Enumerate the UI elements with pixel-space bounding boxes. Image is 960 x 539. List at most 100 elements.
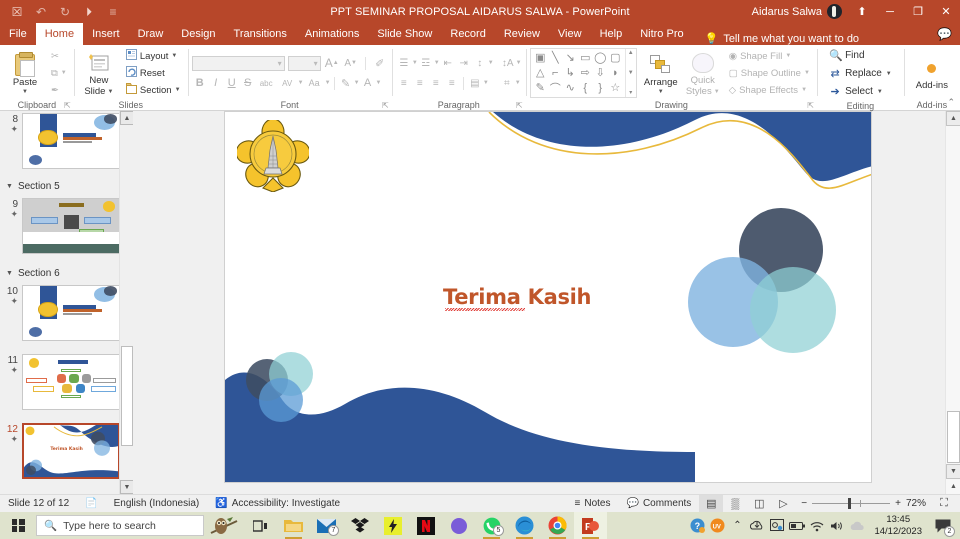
paragraph-dialog-launcher[interactable]: ⇱ bbox=[516, 101, 523, 110]
start-presentation-icon[interactable]: ⏵ bbox=[78, 2, 100, 22]
undo-icon[interactable]: ↶ bbox=[30, 2, 52, 22]
netflix-icon[interactable] bbox=[409, 512, 442, 539]
tab-record[interactable]: Record bbox=[441, 23, 494, 45]
shape-elbow-connector-icon[interactable]: ⌐ bbox=[548, 65, 563, 80]
zoom-slider[interactable]: − + 72% bbox=[795, 498, 932, 509]
underline-button[interactable]: U bbox=[224, 75, 240, 91]
shape-right-arrow-icon[interactable]: ⇨ bbox=[578, 65, 593, 80]
customize-qat-icon[interactable]: ≡ bbox=[102, 2, 124, 22]
thumbnail-slide-10[interactable] bbox=[22, 285, 120, 341]
strikethrough-button[interactable]: S bbox=[240, 75, 256, 91]
shape-curve-icon[interactable]: ∿ bbox=[563, 80, 578, 95]
shape-left-brace-icon[interactable]: { bbox=[578, 80, 593, 95]
tab-insert[interactable]: Insert bbox=[83, 23, 129, 45]
shape-down-arrow-icon[interactable]: ⇩ bbox=[593, 65, 608, 80]
shape-effects-button[interactable]: ◇ Shape Effects ▼ bbox=[726, 82, 813, 98]
shape-rectangle-icon[interactable]: ▭ bbox=[578, 50, 593, 65]
thumbnail-slide-11[interactable] bbox=[22, 354, 120, 410]
character-spacing-button[interactable]: AV bbox=[277, 75, 298, 91]
text-shadow-button[interactable]: abc bbox=[256, 75, 277, 91]
taskbar-clock[interactable]: 13:45 14/12/2023 bbox=[868, 514, 928, 537]
shape-textbox-icon[interactable]: ▣ bbox=[533, 50, 548, 65]
ribbon-display-options-icon[interactable]: ⬆ bbox=[848, 0, 876, 23]
powerpoint-icon[interactable]: P bbox=[574, 512, 607, 539]
restore-button[interactable]: ❐ bbox=[904, 0, 932, 23]
redo-icon[interactable]: ↻ bbox=[54, 2, 76, 22]
replace-button[interactable]: ⇄ Replace ▼ bbox=[829, 65, 891, 82]
font-size-input[interactable]: ▾ bbox=[287, 55, 321, 71]
shape-right-brace-icon[interactable]: } bbox=[593, 80, 608, 95]
shape-elbow-arrow-icon[interactable]: ↳ bbox=[563, 65, 578, 80]
shape-arrow-icon[interactable]: ↘ bbox=[563, 50, 578, 65]
comments-icon[interactable]: 💬 bbox=[937, 27, 952, 41]
zoom-level[interactable]: 72% bbox=[906, 498, 926, 509]
font-name-input[interactable]: ▾ bbox=[191, 55, 285, 71]
shape-star-icon[interactable]: ☆ bbox=[608, 80, 623, 95]
bullets-icon[interactable]: ☰ bbox=[396, 55, 412, 71]
decrease-indent-icon[interactable]: ⇤ bbox=[440, 55, 456, 71]
notes-button[interactable]: ≡ Notes bbox=[567, 495, 619, 513]
text-highlight-color-icon[interactable]: ✎ bbox=[338, 75, 354, 91]
new-slide-button[interactable]: New Slide ▼ bbox=[78, 49, 120, 98]
slide-scrollbar[interactable]: ▲ ▼ ▲ bbox=[945, 111, 960, 494]
bold-button[interactable]: B bbox=[192, 75, 208, 91]
normal-view-button[interactable]: ▤ bbox=[699, 495, 724, 512]
reading-view-button[interactable]: ◫ bbox=[747, 495, 771, 512]
tab-review[interactable]: Review bbox=[495, 23, 549, 45]
slide-thumbnail-pane[interactable]: 8 ✦ ▼ Section 5 9 ✦ ▼ Section 6 10 ✦ 11 … bbox=[0, 111, 133, 494]
list-item[interactable]: 11 ✦ bbox=[0, 354, 133, 410]
chrome-icon[interactable] bbox=[541, 512, 574, 539]
screen-capture-icon[interactable] bbox=[768, 512, 786, 539]
edge-icon[interactable] bbox=[508, 512, 541, 539]
zoom-track[interactable] bbox=[812, 498, 891, 509]
search-input[interactable]: 🔍 Type here to search bbox=[36, 515, 204, 536]
decrease-font-size-icon[interactable]: A ▼ bbox=[343, 55, 359, 71]
list-item[interactable]: 9 ✦ bbox=[0, 198, 133, 254]
drawing-dialog-launcher[interactable]: ⇱ bbox=[807, 101, 814, 110]
scrollbar-thumb[interactable] bbox=[121, 346, 133, 446]
slide-show-button[interactable]: ▷ bbox=[771, 495, 795, 512]
scroll-down-icon[interactable]: ▼ bbox=[946, 464, 960, 479]
tab-transitions[interactable]: Transitions bbox=[225, 23, 296, 45]
scrollbar-thumb[interactable] bbox=[947, 411, 960, 463]
tab-home[interactable]: Home bbox=[35, 23, 84, 45]
align-text-icon[interactable]: ⌗ bbox=[499, 75, 515, 91]
onedrive-sync-icon[interactable] bbox=[748, 512, 766, 539]
find-button[interactable]: 🔍 Find bbox=[829, 47, 892, 64]
notification-center-button[interactable]: 2 bbox=[930, 512, 956, 539]
numbering-icon[interactable]: ☲ bbox=[418, 55, 434, 71]
zoom-in-button[interactable]: + bbox=[895, 498, 901, 509]
shape-line-icon[interactable]: ╲ bbox=[548, 50, 563, 65]
wifi-icon[interactable] bbox=[808, 512, 826, 539]
scroll-down-icon[interactable]: ▼ bbox=[120, 480, 133, 494]
tab-draw[interactable]: Draw bbox=[129, 23, 173, 45]
shape-fill-button[interactable]: ◉ Shape Fill ▼ bbox=[726, 48, 813, 64]
uv-icon[interactable]: UV bbox=[708, 512, 726, 539]
edge-copilot-icon[interactable] bbox=[442, 512, 475, 539]
thumbnail-slide-12[interactable]: Terima Kasih bbox=[22, 423, 120, 479]
section-header-6[interactable]: ▼ Section 6 bbox=[6, 268, 60, 279]
scroll-up-icon[interactable]: ▲ bbox=[946, 111, 960, 126]
shape-arc-icon[interactable]: ⌒ bbox=[548, 80, 563, 95]
shapes-gallery-scrollbar[interactable]: ▲ ▼ ▾ bbox=[624, 49, 636, 97]
collapse-ribbon-button[interactable]: ⌃ bbox=[947, 97, 955, 108]
shape-triangle-icon[interactable]: △ bbox=[533, 65, 548, 80]
section-button[interactable]: Section ▼ bbox=[123, 82, 184, 98]
dropbox-icon[interactable] bbox=[343, 512, 376, 539]
current-slide[interactable]: Terima Kasih bbox=[224, 111, 872, 483]
spellcheck-icon[interactable]: 📄 bbox=[77, 495, 105, 513]
thumbnail-slide-9[interactable] bbox=[22, 198, 120, 254]
slide-counter[interactable]: Slide 12 of 12 bbox=[0, 495, 77, 513]
whatsapp-icon[interactable]: 5 bbox=[475, 512, 508, 539]
scroll-up-icon[interactable]: ▲ bbox=[628, 50, 634, 56]
section-header-5[interactable]: ▼ Section 5 bbox=[6, 181, 60, 192]
line-spacing-icon[interactable]: ↕ bbox=[472, 55, 488, 71]
zoom-out-button[interactable]: − bbox=[801, 498, 807, 509]
select-button[interactable]: ➔ Select ▼ bbox=[829, 83, 892, 100]
text-direction-icon[interactable]: ↕A bbox=[500, 55, 516, 71]
scroll-up-icon[interactable]: ▲ bbox=[120, 111, 133, 125]
slide-sorter-view-button[interactable]: ▒ bbox=[723, 495, 747, 512]
list-item[interactable]: 12 ✦ Terima Kasih bbox=[0, 423, 133, 479]
align-center-icon[interactable]: ≡ bbox=[412, 75, 428, 91]
reset-button[interactable]: Reset bbox=[123, 65, 184, 81]
